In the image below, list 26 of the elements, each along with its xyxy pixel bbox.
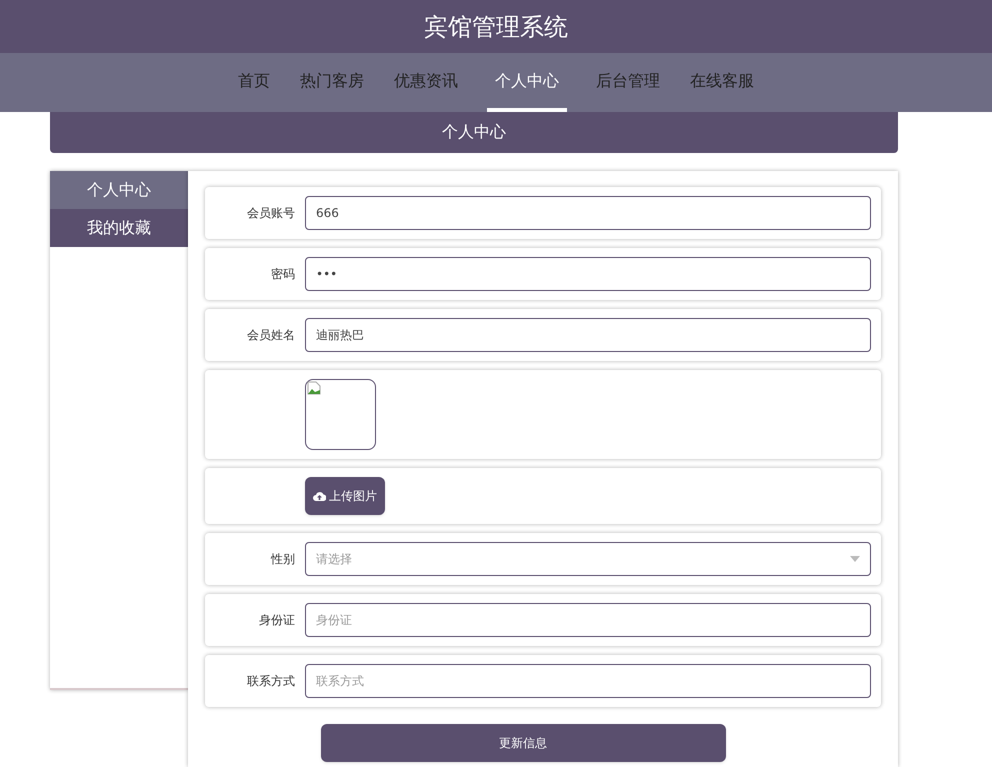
field-label: 密码 [271,267,295,281]
select-field[interactable]: 请选择 [305,542,871,576]
input-field[interactable]: 666 [305,196,871,230]
broken-image-icon [307,381,321,395]
nav-link[interactable]: 后台管理 [595,53,661,112]
field-label: 联系方式 [247,674,295,688]
sidebar-item[interactable]: 我的收藏 [50,209,188,247]
update-button[interactable]: 更新信息 [320,724,726,762]
nav-link[interactable]: 在线客服 [689,53,755,112]
nav-link[interactable]: 优惠资讯 [393,53,459,112]
site-title: 宾馆管理系统 [424,12,568,42]
input-field[interactable]: 身份证 [305,603,871,637]
sidebar-item[interactable]: 个人中心 [50,171,188,209]
nav-link[interactable]: 热门客房 [299,53,365,112]
input-field[interactable]: ••• [305,257,871,291]
field-label: 会员账号 [247,206,295,220]
input-field[interactable]: 联系方式 [305,664,871,698]
dropdown-arrow-icon [850,556,860,562]
input-field[interactable]: 迪丽热巴 [305,318,871,352]
cloud-upload-icon [313,491,326,501]
field-label: 性别 [271,552,295,566]
field-label: 会员姓名 [247,328,295,342]
upload-button[interactable]: 上传图片 [305,477,385,515]
banner-title: 个人中心 [442,121,506,143]
field-label: 身份证 [259,613,295,627]
nav-link[interactable]: 首页 [237,53,271,112]
